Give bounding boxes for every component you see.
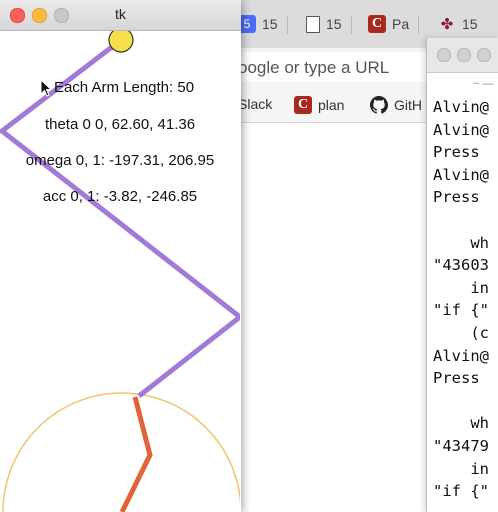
bookmark-plan[interactable]: C plan — [294, 96, 344, 114]
pendulum-drawing — [0, 31, 240, 512]
terminal-line: Press — [433, 369, 480, 388]
tab-3[interactable]: C Pa — [368, 10, 420, 38]
window-title: tk — [115, 6, 126, 22]
github-icon — [370, 96, 388, 114]
terminal-title: ~ — — [473, 78, 494, 90]
terminal-window[interactable]: ~ — Alvin@ Alvin@ Press Alvin@ Press wh "4360… — [426, 38, 498, 512]
terminal-line: (c — [433, 323, 489, 342]
tab-title: 15 — [262, 16, 278, 32]
theta-label: theta 0 0, 62.60, 41.36 — [44, 116, 196, 133]
zoom-button[interactable] — [477, 48, 491, 62]
terminal-line: "43603 — [433, 256, 489, 275]
lower-arm — [119, 396, 153, 512]
terminal-titlebar[interactable] — [427, 38, 498, 73]
tab-1[interactable]: 5 15 — [238, 10, 288, 38]
tab-title: Pa — [392, 16, 410, 32]
terminal-line: Alvin@ — [433, 346, 489, 365]
bookmark-label: plan — [318, 97, 345, 113]
tk-titlebar[interactable]: tk — [0, 0, 241, 31]
address-placeholder: oogle or type a URL — [238, 58, 390, 77]
terminal-line: Press — [433, 143, 480, 162]
close-button[interactable] — [437, 48, 451, 62]
reference-arc — [2, 392, 240, 512]
terminal-line: Press — [433, 188, 480, 207]
terminal-line: Alvin@ — [433, 165, 489, 184]
omega-label: omega 0, 1: -197.31, 206.95 — [25, 152, 215, 169]
c-logo-icon: C — [368, 15, 386, 33]
terminal-line: wh — [433, 414, 489, 433]
pendulum-canvas[interactable] — [0, 31, 240, 512]
terminal-line: Alvin@ — [433, 98, 489, 116]
terminal-line: "if {" — [433, 482, 489, 501]
bookmark-slack[interactable]: Slack — [238, 96, 272, 112]
tab-title: 15 — [462, 16, 478, 32]
tab-title: 15 — [326, 16, 342, 32]
bookmark-label: GitH — [394, 97, 422, 113]
pendulum-bob[interactable] — [108, 31, 134, 53]
c-logo-icon: C — [294, 96, 312, 114]
terminal-line: in — [433, 459, 489, 478]
terminal-line: "if {" — [433, 301, 489, 320]
mouse-cursor-icon — [40, 79, 53, 97]
pinwheel-icon: ✤ — [440, 16, 454, 33]
terminal-line: in — [433, 278, 489, 297]
bookmark-github[interactable]: GitH — [370, 96, 422, 114]
tab-4[interactable]: ✤ 15 — [438, 10, 478, 38]
terminal-line: wh — [433, 233, 489, 252]
terminal-line: Alvin@ — [433, 120, 489, 139]
terminal-line: "43479 — [433, 436, 489, 455]
acc-label: acc 0, 1: -3.82, -246.85 — [42, 188, 198, 205]
minimize-button[interactable] — [457, 48, 471, 62]
terminal-output[interactable]: Alvin@ Alvin@ Press Alvin@ Press wh "43603 in… — [433, 96, 489, 503]
tk-window[interactable]: tk Each Arm Length: 50 theta 0 0, 62.60,… — [0, 0, 241, 512]
tab-2[interactable]: 15 — [306, 10, 352, 38]
document-icon — [306, 15, 320, 33]
bookmark-label: Slack — [238, 96, 273, 112]
